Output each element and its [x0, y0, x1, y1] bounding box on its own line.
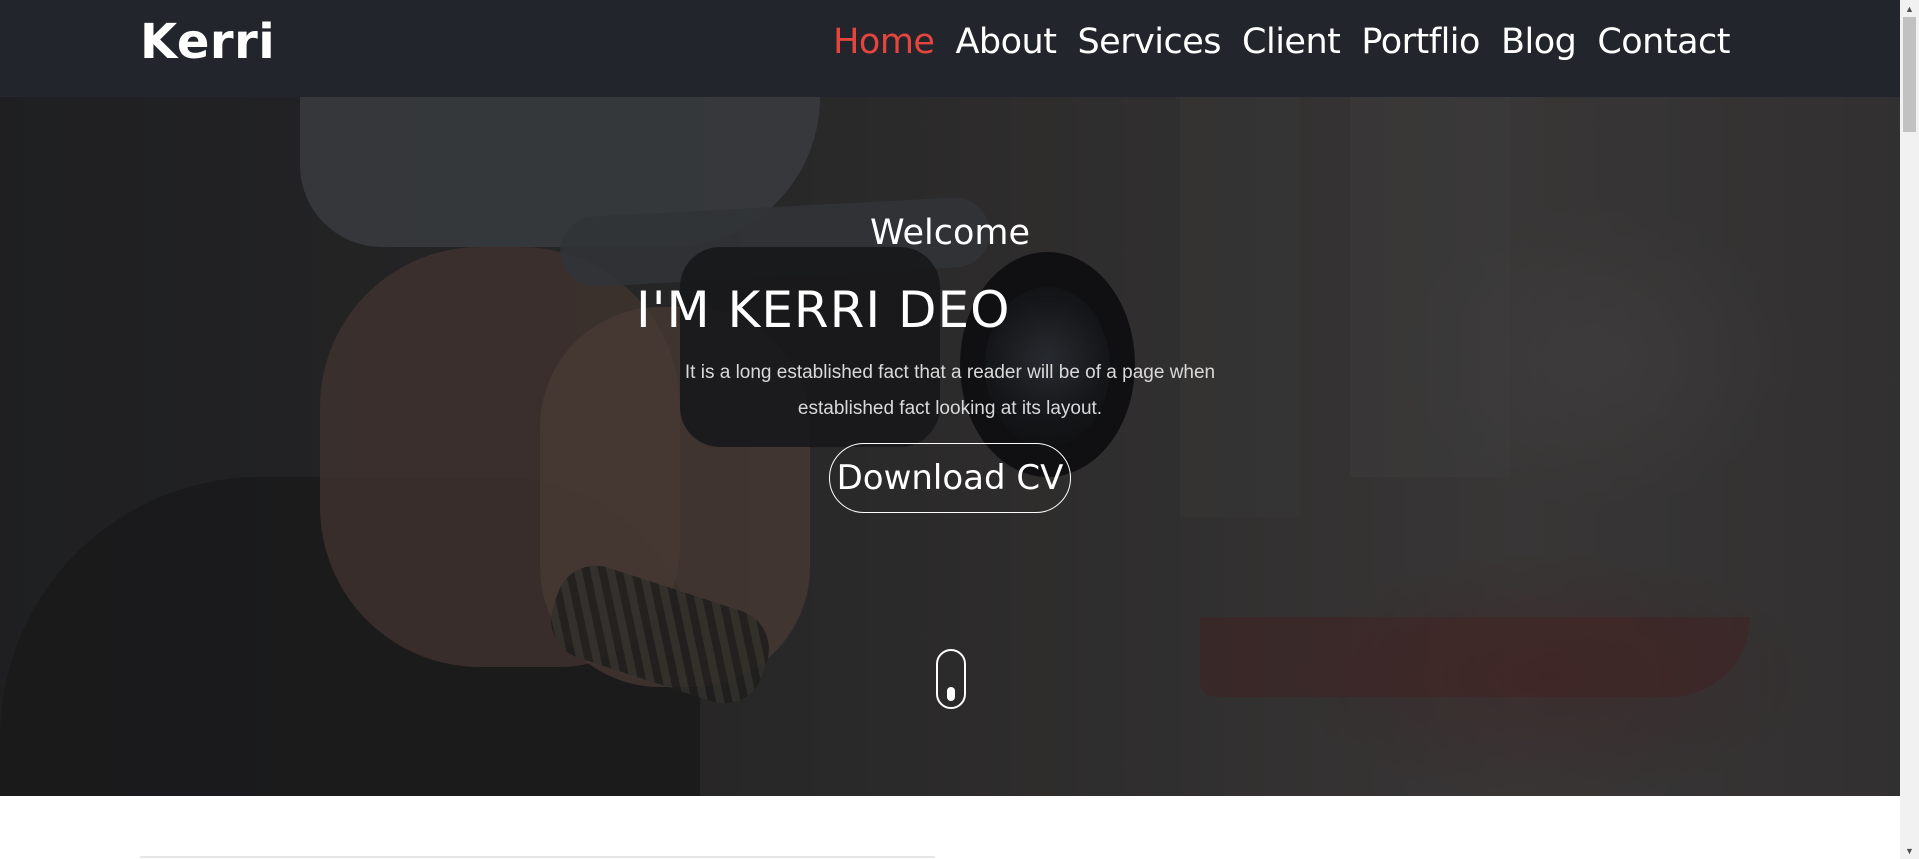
scroll-up-icon[interactable]: ▲	[1900, 0, 1919, 17]
nav-item-about[interactable]: About	[955, 22, 1056, 62]
nav-item-services[interactable]: Services	[1077, 22, 1221, 62]
hero-headline: I'M KERRI DEO	[636, 281, 1011, 339]
section-divider	[140, 856, 935, 858]
main-nav: Home About Services Client Portflio Blog…	[833, 22, 1730, 62]
mouse-scroll-icon[interactable]	[936, 649, 966, 709]
hero-welcome: Welcome	[869, 213, 1031, 253]
download-cv-button[interactable]: Download CV	[829, 443, 1071, 513]
navbar: Kerri Home About Services Client Portfli…	[0, 0, 1900, 97]
page-scrollbar[interactable]: ▲ ▼	[1900, 0, 1919, 859]
page: Kerri Home About Services Client Portfli…	[0, 0, 1900, 859]
hero-subtext: It is a long established fact that a rea…	[684, 362, 1216, 419]
nav-item-client[interactable]: Client	[1242, 22, 1341, 62]
nav-item-blog[interactable]: Blog	[1501, 22, 1577, 62]
scrollbar-thumb[interactable]	[1903, 17, 1916, 132]
nav-item-contact[interactable]: Contact	[1597, 22, 1730, 62]
hero-section: Welcome I'M KERRI DEO It is a long estab…	[0, 97, 1900, 796]
nav-item-portfolio[interactable]: Portflio	[1361, 22, 1480, 62]
mouse-wheel-icon	[947, 687, 955, 701]
nav-item-home[interactable]: Home	[833, 22, 935, 62]
scroll-down-icon[interactable]: ▼	[1900, 842, 1919, 859]
hero-content: Welcome I'M KERRI DEO It is a long estab…	[0, 97, 1900, 796]
brand-logo[interactable]: Kerri	[140, 14, 275, 70]
